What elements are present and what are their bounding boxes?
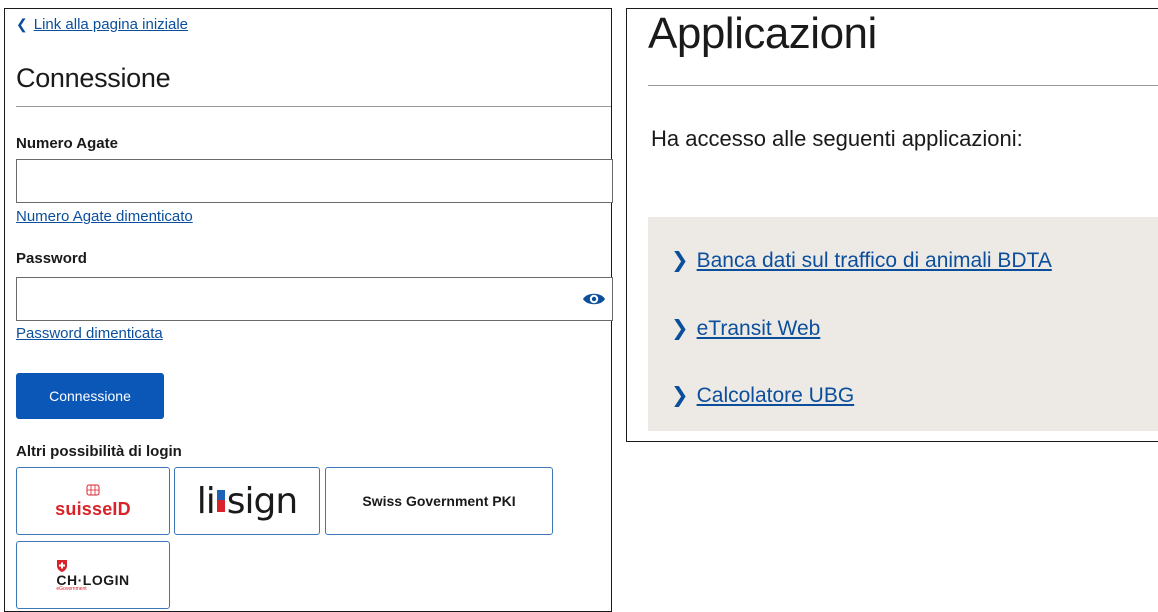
title-divider bbox=[16, 106, 611, 107]
suisseid-login-button[interactable]: suisseID bbox=[16, 467, 170, 535]
swiss-government-pki-label: Swiss Government PKI bbox=[362, 493, 516, 509]
app-link-label: eTransit Web bbox=[696, 317, 821, 340]
forgot-agate-link[interactable]: Numero Agate dimenticato bbox=[16, 208, 193, 225]
app-link-ubg-calculator[interactable]: ❯ Calcolatore UBG bbox=[671, 383, 854, 408]
suisseid-chip-icon bbox=[86, 484, 100, 496]
chevron-left-icon: ❮ bbox=[16, 16, 28, 32]
swiss-government-pki-login-button[interactable]: Swiss Government PKI bbox=[325, 467, 553, 535]
forgot-password-link[interactable]: Password dimenticata bbox=[16, 325, 163, 342]
home-link[interactable]: ❮ Link alla pagina iniziale bbox=[16, 16, 188, 33]
home-link-label: Link alla pagina iniziale bbox=[33, 16, 189, 33]
eye-icon[interactable] bbox=[582, 289, 606, 309]
app-link-etransit[interactable]: ❯ eTransit Web bbox=[671, 316, 820, 341]
ch-login-subtitle: eGovernment bbox=[56, 585, 87, 592]
chevron-right-icon: ❯ bbox=[671, 384, 689, 407]
login-submit-button[interactable]: Connessione bbox=[16, 373, 164, 419]
app-link-label: Banca dati sul traffico di animali BDTA bbox=[696, 249, 1052, 272]
applications-list: ❯ Banca dati sul traffico di animali BDTA… bbox=[648, 217, 1158, 431]
app-link-bdta[interactable]: ❯ Banca dati sul traffico di animali BDTA bbox=[671, 248, 1052, 273]
password-input[interactable] bbox=[16, 277, 613, 321]
lisign-logo: li sign bbox=[196, 480, 298, 522]
agate-number-label: Numero Agate bbox=[16, 135, 118, 152]
page-title: Connessione bbox=[16, 63, 171, 93]
chevron-right-icon: ❯ bbox=[671, 249, 689, 272]
applications-panel: Applicazioni Ha accesso alle seguenti ap… bbox=[626, 8, 1158, 442]
login-panel: ❮ Link alla pagina iniziale Connessione N… bbox=[4, 8, 613, 612]
password-label: Password bbox=[16, 250, 87, 267]
chevron-right-icon: ❯ bbox=[671, 317, 689, 340]
agate-number-input[interactable] bbox=[16, 159, 613, 203]
ch-login-button[interactable]: CH·LOGIN eGovernment bbox=[16, 541, 170, 609]
suisseid-logo: suisseID bbox=[55, 499, 131, 519]
swiss-shield-icon bbox=[57, 559, 68, 572]
lisign-login-button[interactable]: li sign bbox=[174, 467, 320, 535]
ch-login-logo: CH·LOGIN bbox=[56, 571, 130, 588]
applications-divider bbox=[648, 85, 1158, 86]
alternative-login-heading: Altri possibilità di login bbox=[16, 443, 182, 460]
applications-title: Applicazioni bbox=[648, 9, 877, 58]
app-link-label: Calcolatore UBG bbox=[696, 384, 855, 407]
applications-intro: Ha accesso alle seguenti applicazioni: bbox=[651, 126, 1023, 151]
